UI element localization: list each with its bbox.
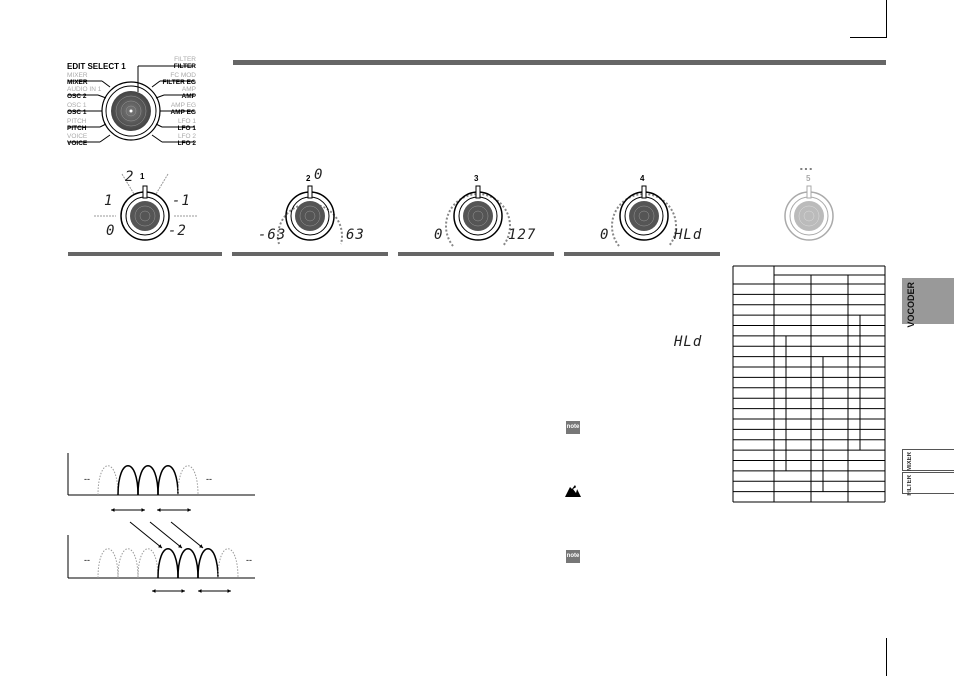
inline-display-hld: HLd [674,334,703,350]
band-hump-bottom [97,548,119,579]
side-tab-vocoder-label: VOCODER [906,282,916,328]
header-rule [233,60,886,65]
band-hump-bottom [157,548,179,579]
range-arrow-bottom-head [152,589,156,593]
knob-1-label-minus-2: -2 [168,223,187,239]
knob-3-label-max: 127 [508,227,537,243]
ellipsis-right-top: -- [206,474,212,484]
knob-4-label-max: HLd [674,227,703,243]
knob-2-number: 2 [306,174,311,183]
range-arrow-bottom-head [181,589,185,593]
band-hump-bottom [177,548,199,579]
knob-5-dashes: --- [800,164,814,173]
range-arrow-top-head [111,508,115,512]
range-arrow-top-head [157,508,161,512]
band-hump-bottom [137,548,159,579]
knob-4-label-min: 0 [600,227,610,243]
knob-1-label-minus-1: -1 [172,193,191,209]
band-hump-top [157,465,179,496]
range-arrow-bottom-head [198,589,202,593]
parameter-table [732,265,886,503]
note-icon: note [566,421,580,434]
band-hump-top [97,465,119,496]
side-tab-mixer-label: MIXER [907,452,913,472]
knob-2-panel: 2 0 -63 63 [232,168,388,256]
knob-4-panel: 4 0 HLd [564,168,720,256]
range-arrow-top-head [141,508,145,512]
vocoder-band-diagram: -- -- -- -- [67,453,255,593]
knob-3-label-min: 0 [434,227,444,243]
knob-4-rule [564,252,720,256]
knob-2-label-min: -63 [258,227,287,243]
knob-1-dial[interactable] [68,168,222,248]
knob-4-number: 4 [640,174,645,183]
knob-1-panel: 1 2 1 0 -1 -2 [68,168,222,256]
band-hump-bottom [197,548,219,579]
shift-arrow [170,521,204,549]
knob-1-rule [68,252,222,256]
band-hump-bottom [217,548,239,579]
side-tab-mixer[interactable]: MIXER [902,449,954,471]
knob-2-rule [232,252,388,256]
ellipsis-left-top: -- [84,474,90,484]
knob-3-rule [398,252,554,256]
knob-3-panel: 3 0 127 [398,168,554,256]
note-icon: note [566,550,580,563]
knob-2-label-max: 63 [346,227,365,243]
knob-5-number: 5 [806,174,811,183]
knob-1-label-1: 1 [104,193,114,209]
caution-icon [565,485,581,497]
side-tab-filter-label: FILTER [907,475,913,496]
band-hump-top [177,465,199,496]
shift-arrow [129,521,163,549]
range-arrow-top-head [187,508,191,512]
knob-3-number: 3 [474,174,479,183]
knob-1-number: 1 [140,172,145,181]
side-tab-filter[interactable]: FILTER [902,472,954,496]
knob-5-panel: --- 5 [730,160,886,250]
band-hump-top [137,465,159,496]
crop-mark-top-vertical [886,0,887,37]
side-tab-vocoder[interactable]: VOCODER [902,278,954,328]
ellipsis-left-bottom: -- [84,555,90,565]
crop-mark-bottom-vertical [886,638,887,676]
edit-select-diagram: EDIT SELECT 1 MIXER MIXER AUDIO IN 1 OSC 2… [66,52,196,152]
edit-select-knob[interactable] [66,52,196,152]
band-hump-top [117,465,139,496]
knob-1-label-0: 0 [106,223,116,239]
knob-1-label-2: 2 [125,169,135,185]
band-hump-bottom [117,548,139,579]
knob-2-label-center: 0 [314,167,324,183]
ellipsis-right-bottom: -- [246,555,252,565]
crop-mark-top-horizontal [850,37,887,38]
range-arrow-bottom-head [227,589,231,593]
shift-arrow [149,521,183,549]
